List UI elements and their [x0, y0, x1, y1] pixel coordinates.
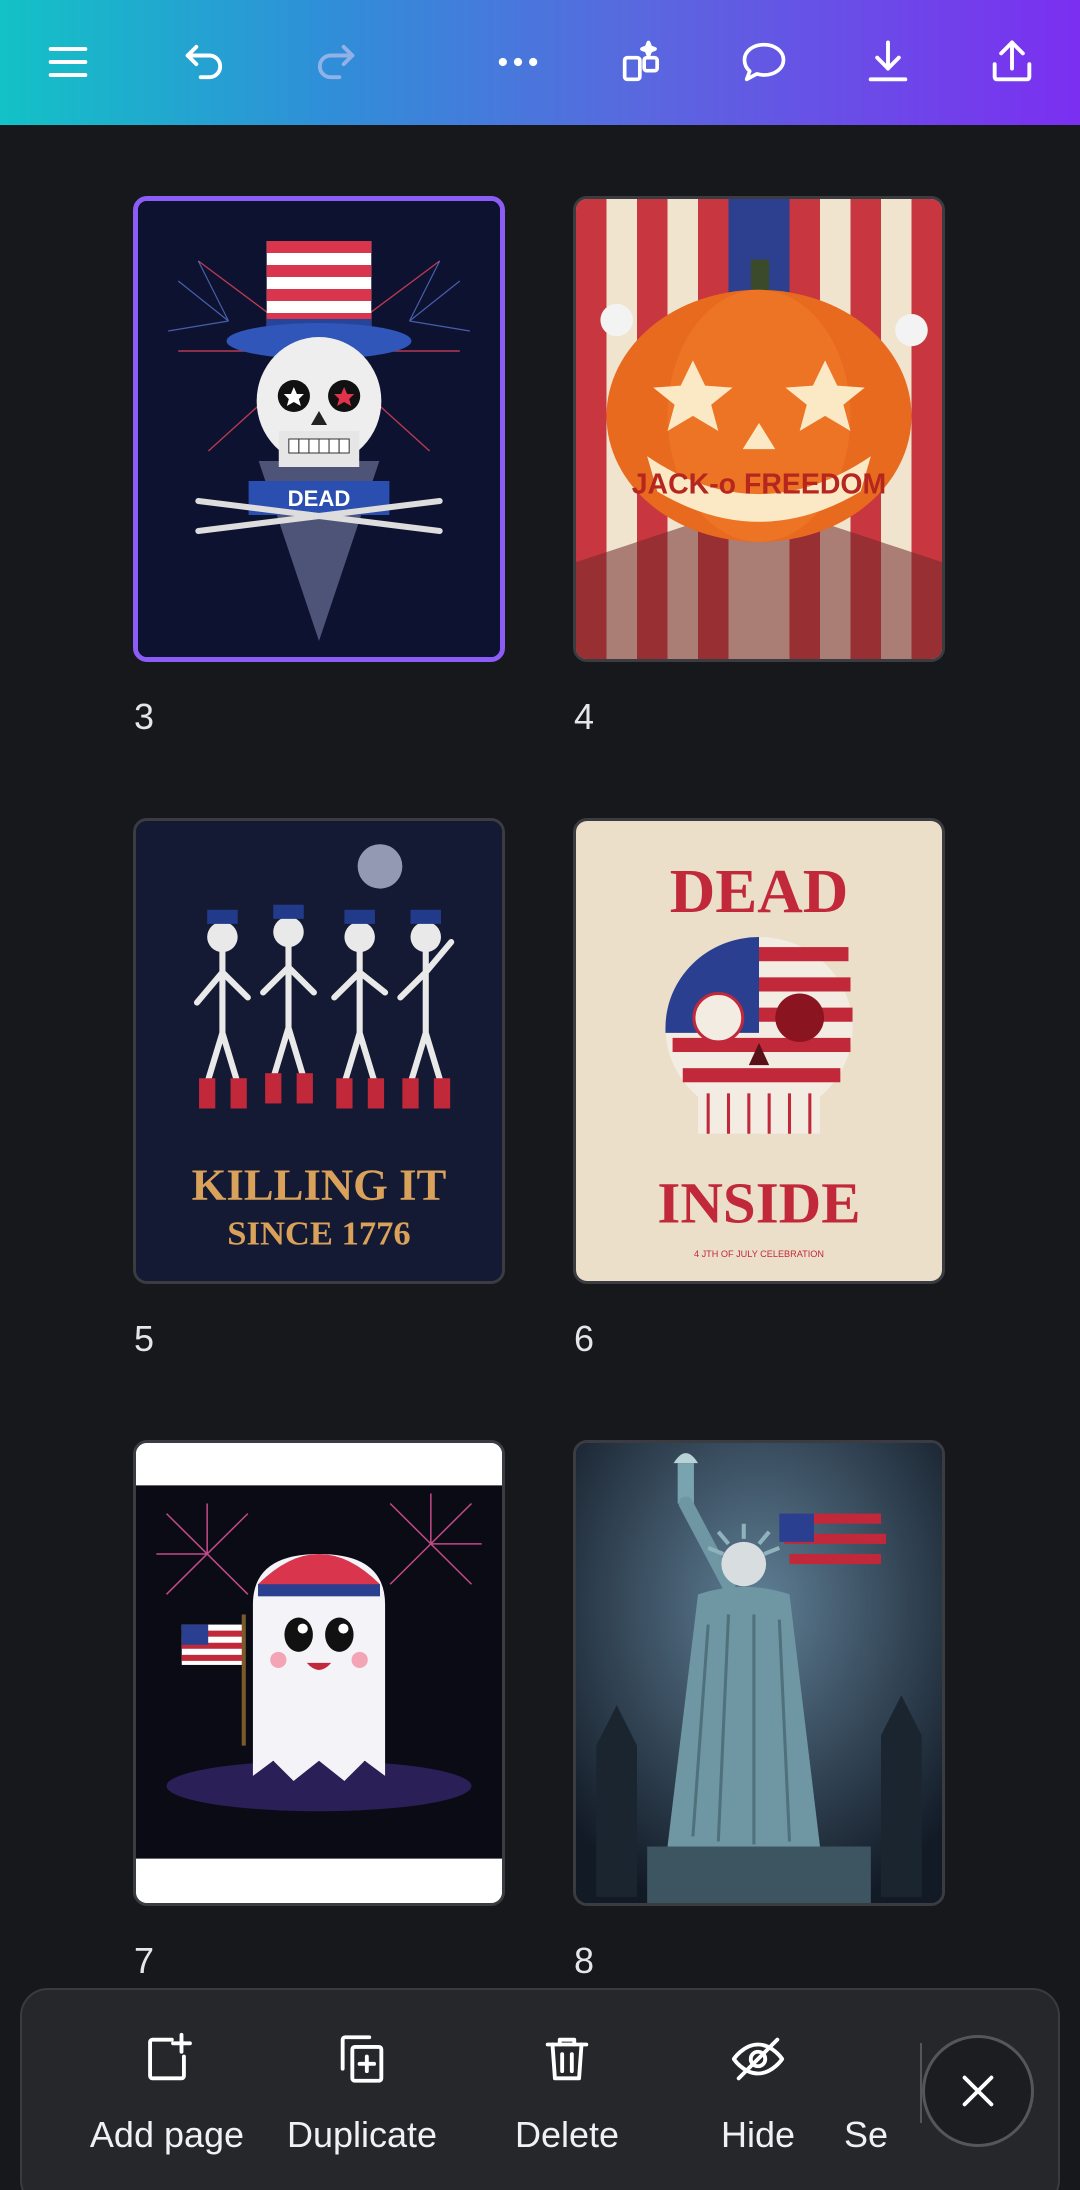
thumb-text-since-1776: SINCE 1776: [227, 1215, 410, 1253]
eye-off-icon: [731, 2037, 785, 2081]
page-number-8: 8: [574, 1940, 595, 1981]
add-page-label: Add page: [89, 2114, 245, 2155]
thumb-text-killing-it: KILLING IT: [192, 1159, 447, 1209]
page-thumbnail-5[interactable]: KILLING IT SINCE 1776: [133, 818, 505, 1284]
page-number-6: 6: [574, 1318, 595, 1359]
page-thumbnail-4[interactable]: JACK-o FREEDOM: [573, 196, 945, 662]
delete-button[interactable]: Delete: [467, 2030, 667, 2156]
page-number-7: 7: [134, 1940, 155, 1981]
skull-uncle-sam-artwork: DEAD: [138, 201, 500, 657]
close-icon: [962, 2075, 994, 2107]
thumb-text-dead-inside: DEAD: [288, 486, 351, 511]
thumb-text-dead: DEAD: [670, 856, 849, 926]
page-number-4: 4: [574, 696, 595, 737]
skeleton-liberty-artwork: [576, 1443, 942, 1903]
page-number-5: 5: [134, 1318, 155, 1359]
dead-inside-flag-skull-artwork: DEAD INSIDE 4 JTH OF JULY CELEBRATION: [576, 821, 942, 1281]
thumb-text-inside: INSIDE: [657, 1171, 860, 1236]
page-number-3: 3: [134, 696, 155, 737]
page-thumbnail-8[interactable]: [573, 1440, 945, 1906]
add-page-icon: [148, 2032, 192, 2081]
patriotic-ghost-artwork: [136, 1443, 502, 1903]
add-page-button[interactable]: Add page: [67, 2030, 267, 2156]
page-thumbnail-6[interactable]: DEAD INSIDE 4 JTH OF JULY CELEBRATION: [573, 818, 945, 1284]
share-icon[interactable]: [972, 22, 1052, 102]
page-action-bar: Add page Duplicate Delete Hide Se: [20, 1988, 1060, 2190]
thumb-text-celebration: 4 JTH OF JULY CELEBRATION: [694, 1249, 824, 1259]
undo-icon[interactable]: [165, 22, 245, 102]
duplicate-icon: [340, 2035, 384, 2083]
thumb-text-jack-o-freedom: JACK-o FREEDOM: [632, 469, 887, 501]
download-icon[interactable]: [848, 22, 928, 102]
duplicate-button[interactable]: Duplicate: [262, 2030, 462, 2156]
close-button[interactable]: [922, 2035, 1034, 2147]
comment-icon[interactable]: [724, 22, 804, 102]
hide-button[interactable]: Hide: [658, 2030, 858, 2156]
menu-icon[interactable]: [28, 22, 108, 102]
page-thumbnail-3[interactable]: DEAD: [133, 196, 505, 662]
magic-resize-icon[interactable]: [602, 22, 682, 102]
more-actions-button[interactable]: Se: [844, 2030, 924, 2156]
page-thumbnail-7[interactable]: [133, 1440, 505, 1906]
killing-it-skeletons-artwork: KILLING IT SINCE 1776: [136, 821, 502, 1281]
hide-label: Hide: [720, 2114, 796, 2155]
delete-label: Delete: [514, 2114, 620, 2155]
redo-icon[interactable]: [295, 22, 375, 102]
trash-icon: [545, 2037, 589, 2081]
jack-o-freedom-artwork: JACK-o FREEDOM: [576, 199, 942, 659]
more-actions-label: Se: [844, 2114, 889, 2155]
more-icon[interactable]: [478, 22, 558, 102]
duplicate-label: Duplicate: [286, 2114, 438, 2155]
top-toolbar: [0, 0, 1080, 125]
